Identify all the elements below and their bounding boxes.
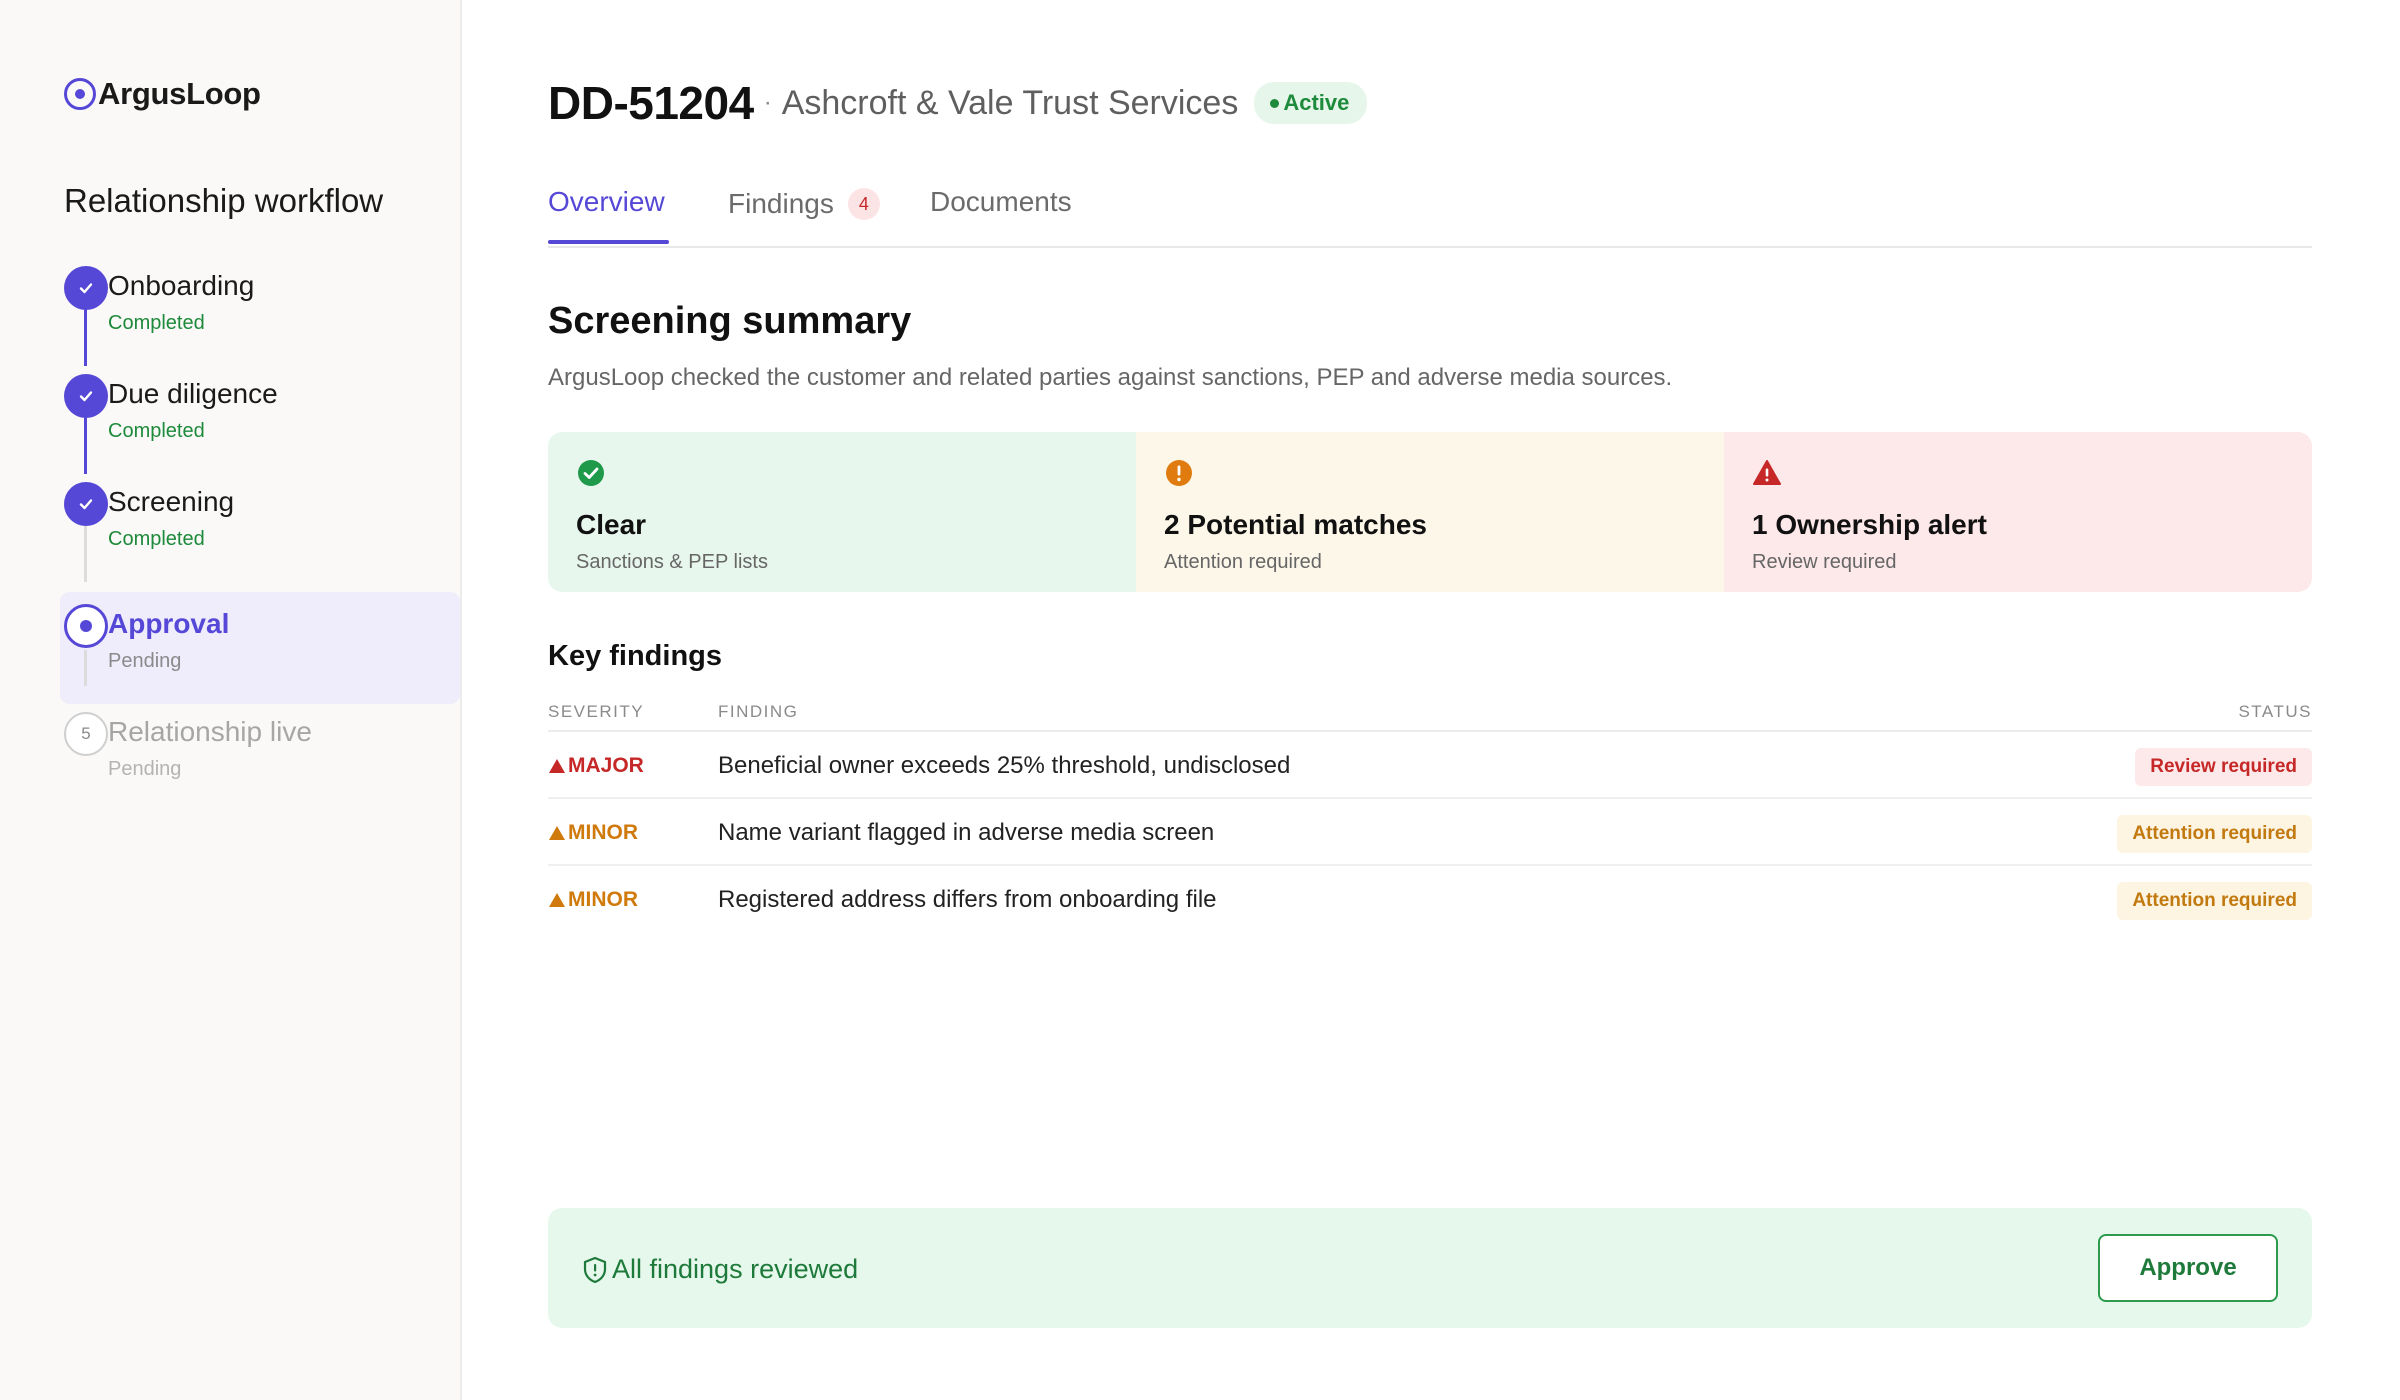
table-header: SEVERITY FINDING STATUS bbox=[548, 698, 2312, 732]
severity-cell: MAJOR bbox=[548, 754, 644, 778]
tab-label: Overview bbox=[548, 186, 665, 217]
step-label: Screening bbox=[108, 486, 235, 517]
step-status: Completed bbox=[108, 420, 205, 442]
brand-name: ArgusLoop bbox=[98, 76, 261, 111]
sidebar-title: Relationship workflow bbox=[64, 182, 384, 219]
step-status: Pending bbox=[108, 650, 182, 672]
card-subtitle: Attention required bbox=[1164, 551, 1322, 573]
findings-table: SEVERITY FINDING STATUS MAJOR Beneficial… bbox=[548, 698, 2312, 933]
step-label: Approval bbox=[108, 608, 230, 639]
tab-findings[interactable]: Findings 4 bbox=[728, 188, 880, 220]
severity-cell: MINOR bbox=[548, 821, 638, 845]
step-label: Relationship live bbox=[108, 716, 312, 747]
status-badge: Active bbox=[1254, 82, 1368, 124]
finding-text: Beneficial owner exceeds 25% threshold, … bbox=[718, 752, 1291, 779]
key-findings-title: Key findings bbox=[548, 640, 723, 672]
sidebar: ArgusLoop Relationship workflow Onboardi… bbox=[0, 0, 462, 1400]
summary-card-potential-matches[interactable]: 2 Potential matches Attention required bbox=[1136, 432, 1724, 592]
summary-card-ownership-alert[interactable]: 1 Ownership alert Review required bbox=[1724, 432, 2312, 592]
triangle-up-icon bbox=[549, 759, 565, 773]
screening-summary-title: Screening summary bbox=[548, 300, 912, 342]
card-title: 1 Ownership alert bbox=[1752, 509, 1987, 540]
entity-name: Ashcroft & Vale Trust Services bbox=[781, 83, 1239, 122]
column-header-status: STATUS bbox=[2238, 702, 2312, 721]
step-status: Completed bbox=[108, 312, 205, 334]
screening-summary-description: ArgusLoop checked the customer and relat… bbox=[548, 364, 1673, 391]
status-badge: Attention required bbox=[2117, 882, 2312, 920]
table-row[interactable]: MAJOR Beneficial owner exceeds 25% thres… bbox=[548, 732, 2312, 799]
step-connector bbox=[84, 520, 87, 582]
table-row[interactable]: MINOR Registered address differs from on… bbox=[548, 866, 2312, 933]
status-badge: Review required bbox=[2135, 748, 2312, 786]
table-row[interactable]: MINOR Name variant flagged in adverse me… bbox=[548, 799, 2312, 866]
tab-bar: Overview Findings 4 Documents bbox=[548, 180, 2312, 248]
shield-icon bbox=[583, 1256, 607, 1283]
step-connector bbox=[84, 650, 87, 686]
header-separator: · bbox=[763, 89, 772, 116]
severity-label: MAJOR bbox=[568, 754, 644, 777]
tab-label: Findings bbox=[728, 188, 834, 219]
current-step-icon bbox=[64, 604, 108, 648]
footer-message-text: All findings reviewed bbox=[612, 1254, 859, 1284]
check-circle-icon bbox=[578, 460, 604, 486]
triangle-up-icon bbox=[549, 893, 565, 907]
card-title: Clear bbox=[576, 509, 647, 540]
card-title: 2 Potential matches bbox=[1164, 509, 1427, 540]
findings-count-badge: 4 bbox=[847, 188, 880, 220]
step-status: Pending bbox=[108, 758, 182, 780]
tab-overview[interactable]: Overview bbox=[548, 186, 665, 218]
summary-card-clear[interactable]: Clear Sanctions & PEP lists bbox=[548, 432, 1136, 592]
step-status: Completed bbox=[108, 528, 205, 550]
footer-message: All findings reviewed bbox=[582, 1254, 858, 1285]
warning-triangle-icon bbox=[1753, 460, 1781, 485]
step-connector bbox=[84, 412, 87, 474]
severity-label: MINOR bbox=[568, 821, 638, 844]
step-number: 5 bbox=[64, 712, 108, 756]
exclamation-circle-icon bbox=[1166, 460, 1192, 486]
case-id: DD-51204 bbox=[548, 77, 754, 129]
summary-cards: Clear Sanctions & PEP lists 2 Potential … bbox=[548, 432, 2312, 592]
check-icon bbox=[64, 374, 108, 418]
step-connector bbox=[84, 304, 87, 366]
approval-action-bar: All findings reviewed Approve bbox=[548, 1208, 2312, 1328]
check-icon bbox=[64, 482, 108, 526]
check-icon bbox=[64, 266, 108, 310]
triangle-up-icon bbox=[549, 826, 565, 840]
column-header-finding: FINDING bbox=[718, 702, 799, 721]
severity-cell: MINOR bbox=[548, 888, 638, 912]
status-badge: Attention required bbox=[2117, 815, 2312, 853]
step-label: Due diligence bbox=[108, 378, 278, 409]
tab-label: Documents bbox=[930, 186, 1072, 217]
approve-button[interactable]: Approve bbox=[2098, 1234, 2278, 1302]
step-label: Onboarding bbox=[108, 270, 255, 301]
status-badge-label: Active bbox=[1283, 90, 1350, 115]
finding-text: Name variant flagged in adverse media sc… bbox=[718, 819, 1215, 846]
brand-logo[interactable]: ArgusLoop bbox=[64, 76, 261, 112]
tab-documents[interactable]: Documents bbox=[930, 186, 1072, 218]
severity-label: MINOR bbox=[568, 888, 638, 911]
active-tab-indicator bbox=[548, 240, 669, 244]
status-dot-icon bbox=[1270, 98, 1280, 108]
case-header: DD-51204 · Ashcroft & Vale Trust Service… bbox=[548, 76, 1368, 130]
card-subtitle: Review required bbox=[1752, 551, 1897, 573]
card-subtitle: Sanctions & PEP lists bbox=[576, 551, 768, 573]
target-circle-icon bbox=[64, 78, 96, 110]
finding-text: Registered address differs from onboardi… bbox=[718, 886, 1217, 913]
column-header-severity: SEVERITY bbox=[548, 702, 645, 721]
